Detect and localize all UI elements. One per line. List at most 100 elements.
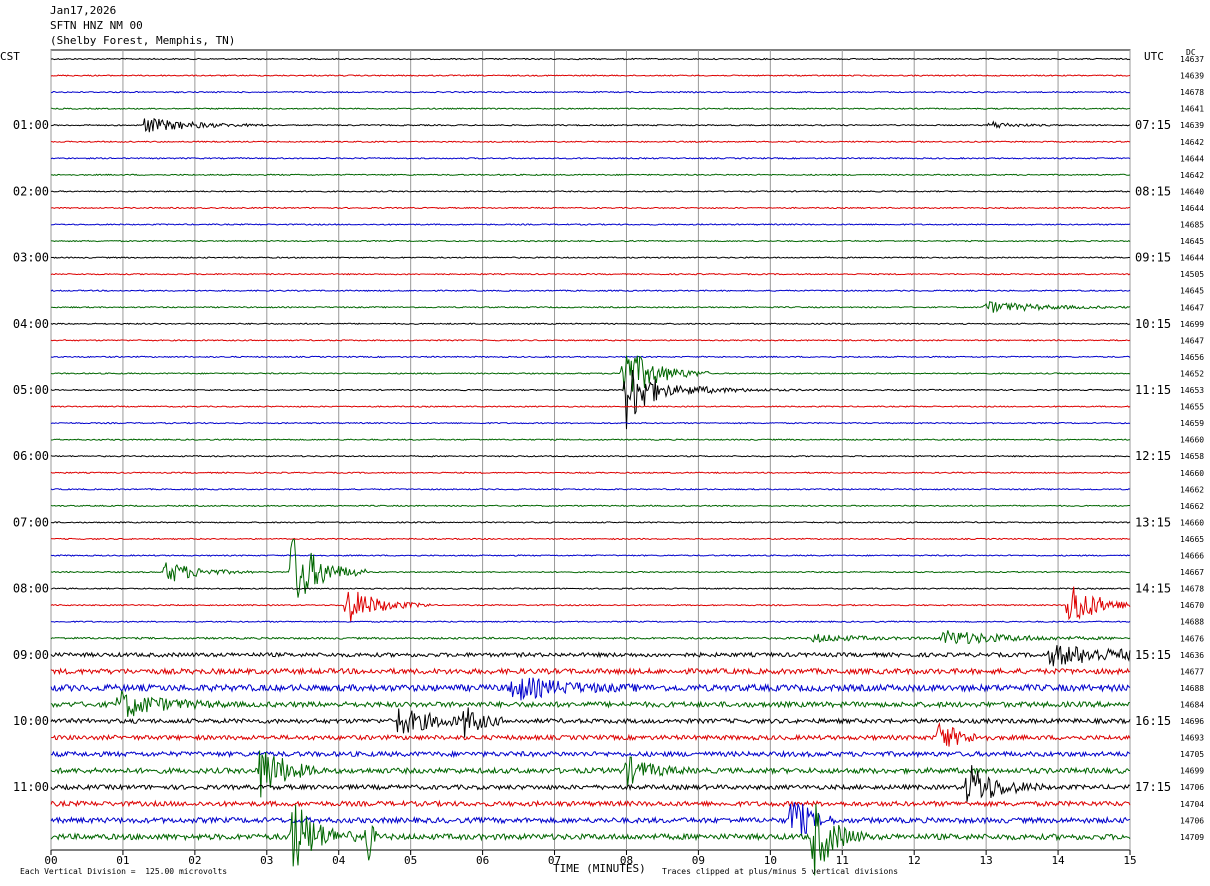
dc-value-row-47: 14706	[1180, 816, 1204, 825]
helicorder-plot: 00 01 02 03 04 05 06 07 08 09 10 11 12 13 14 1514637146…	[13, 49, 1204, 876]
trace-row-22	[50, 405, 1131, 408]
left-hour-label-8: 08:00	[13, 582, 49, 596]
trace-row-11	[50, 223, 1131, 226]
dc-value-row-32: 14667	[1180, 568, 1204, 577]
clip-note: Traces clipped at plus/minus 5 vertical …	[662, 867, 899, 876]
x-tick-label-14: 14	[1051, 854, 1065, 867]
dc-value-row-12: 14645	[1180, 237, 1204, 246]
trace-row-1	[50, 57, 1131, 61]
dc-value-row-23: 14659	[1180, 419, 1204, 428]
trace-row-17	[50, 322, 1131, 326]
trace-row-13	[50, 256, 1131, 259]
dc-value-row-5: 14639	[1180, 121, 1204, 130]
x-tick-label-10: 10	[764, 854, 777, 867]
dc-value-row-40: 14684	[1180, 700, 1204, 709]
trace-row-15	[50, 289, 1131, 292]
x-tick-label-09: 09	[692, 854, 705, 867]
right-hour-label-8: 14:15	[1135, 582, 1171, 596]
trace-row-34	[50, 586, 1131, 622]
left-hour-label-1: 01:00	[13, 118, 49, 132]
x-tick-label-03: 03	[260, 854, 273, 867]
dc-value-row-44: 14699	[1180, 767, 1204, 776]
dc-value-row-11: 14685	[1180, 221, 1204, 230]
dc-value-row-34: 14670	[1180, 601, 1204, 610]
trace-row-24	[51, 438, 1131, 441]
dc-value-row-36: 14676	[1180, 634, 1204, 643]
dc-value-row-43: 14705	[1180, 750, 1204, 759]
dc-value-row-35: 14688	[1180, 618, 1204, 627]
right-hour-label-7: 13:15	[1135, 515, 1171, 529]
dc-value-row-37: 14636	[1180, 651, 1204, 660]
trace-row-10	[50, 206, 1131, 210]
dc-value-row-24: 14660	[1180, 436, 1204, 445]
dc-value-row-26: 14660	[1180, 469, 1204, 478]
dc-value-row-9: 14640	[1180, 187, 1204, 196]
dc-value-row-7: 14644	[1180, 154, 1204, 163]
trace-row-5	[50, 117, 1131, 133]
right-hour-label-2: 08:15	[1135, 184, 1171, 198]
dc-value-row-10: 14644	[1180, 204, 1204, 213]
trace-row-12	[50, 239, 1131, 243]
trace-row-25	[50, 454, 1131, 458]
dc-value-row-8: 14642	[1180, 171, 1204, 180]
trace-row-30	[50, 537, 1131, 541]
trace-row-26	[50, 471, 1131, 474]
trace-row-44	[50, 750, 1130, 798]
x-tick-label-04: 04	[332, 854, 346, 867]
x-tick-label-13: 13	[980, 854, 993, 867]
dc-value-row-31: 14666	[1180, 552, 1204, 561]
trace-row-27	[50, 488, 1131, 491]
trace-row-7	[50, 157, 1131, 160]
dc-value-row-48: 14709	[1180, 833, 1204, 842]
left-hour-label-5: 05:00	[13, 383, 49, 397]
trace-row-9	[50, 190, 1131, 193]
left-hour-label-6: 06:00	[13, 449, 49, 463]
left-hour-label-10: 10:00	[13, 714, 49, 728]
left-hour-label-11: 11:00	[13, 780, 49, 794]
trace-row-21	[50, 369, 1131, 430]
dc-value-row-41: 14696	[1180, 717, 1204, 726]
trace-row-20	[50, 355, 1131, 392]
right-hour-label-3: 09:15	[1135, 251, 1171, 265]
x-tick-label-06: 06	[476, 854, 489, 867]
trace-row-36	[50, 630, 1131, 645]
scale-note: Each Vertical Division = 125.00 microvol…	[20, 867, 228, 876]
dc-value-row-28: 14662	[1180, 502, 1204, 511]
trace-row-33	[50, 587, 1130, 590]
x-tick-label-11: 11	[836, 854, 849, 867]
trace-row-14	[50, 272, 1131, 276]
trace-row-23	[50, 421, 1131, 425]
left-hour-label-3: 03:00	[13, 251, 49, 265]
dc-value-row-18: 14647	[1180, 336, 1204, 345]
x-tick-label-00: 00	[44, 854, 57, 867]
trace-row-41	[50, 707, 1131, 738]
dc-value-row-17: 14699	[1180, 320, 1204, 329]
trace-row-6	[51, 140, 1131, 143]
dc-value-row-21: 14653	[1180, 386, 1204, 395]
right-hour-label-1: 07:15	[1135, 118, 1171, 132]
left-hour-label-2: 02:00	[13, 184, 49, 198]
right-hour-label-5: 11:15	[1135, 383, 1171, 397]
dc-value-row-25: 14658	[1180, 452, 1204, 461]
trace-row-16	[50, 300, 1131, 313]
left-hour-label-9: 09:00	[13, 648, 49, 662]
left-hour-label-4: 04:00	[13, 317, 49, 331]
trace-row-39	[50, 677, 1131, 701]
trace-row-37	[50, 645, 1131, 667]
dc-value-row-46: 14704	[1180, 800, 1204, 809]
dc-value-row-45: 14706	[1180, 783, 1204, 792]
dc-value-row-16: 14647	[1180, 303, 1204, 312]
dc-value-row-2: 14639	[1180, 72, 1204, 81]
trace-row-43	[50, 749, 1131, 759]
dc-value-row-6: 14642	[1180, 138, 1204, 147]
trace-row-8	[50, 173, 1131, 177]
right-hour-label-9: 15:15	[1135, 648, 1171, 662]
dc-value-row-33: 14678	[1180, 585, 1204, 594]
dc-value-row-29: 14660	[1180, 518, 1204, 527]
right-hour-label-11: 17:15	[1135, 780, 1171, 794]
trace-row-42	[51, 721, 1131, 747]
trace-row-2	[50, 74, 1131, 77]
trace-row-3	[50, 90, 1131, 94]
right-hour-label-6: 12:15	[1135, 449, 1171, 463]
right-hour-label-10: 16:15	[1135, 714, 1171, 728]
